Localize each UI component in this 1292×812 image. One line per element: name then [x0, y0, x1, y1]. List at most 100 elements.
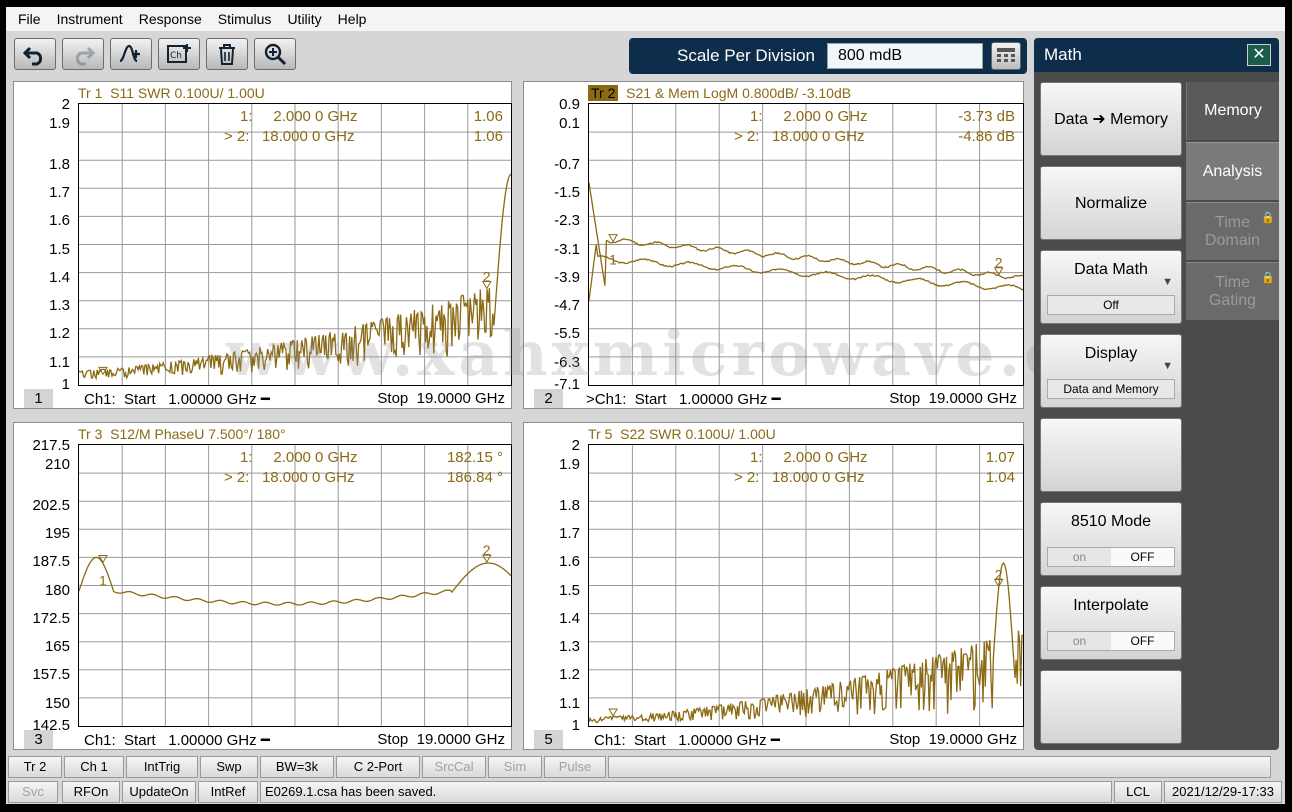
marker-2-value: 1.04 — [985, 469, 1015, 486]
marker-2-tag[interactable]: 2 — [995, 567, 1003, 583]
undo-icon — [22, 46, 43, 66]
status-trigger[interactable]: IntTrig — [126, 756, 198, 778]
status-rf-on[interactable]: RFOn — [62, 781, 120, 803]
empty-panel-button-2[interactable] — [1040, 670, 1182, 744]
marker-2-tag[interactable]: 2 — [483, 542, 491, 558]
trace-window-1[interactable]: Tr 1 S11 SWR 0.100U/ 1.00U 2 1.9 1.8 1.7 1.6… — [13, 81, 512, 409]
menu-file[interactable]: File — [10, 7, 49, 31]
tab-analysis[interactable]: Analysis — [1186, 142, 1279, 200]
toggle-off: OFF — [1111, 632, 1174, 650]
menu-response[interactable]: Response — [131, 7, 210, 31]
channel-start-frequency[interactable]: Ch1: Start 1.00000 GHz ━ — [594, 731, 780, 749]
status-sim[interactable]: Sim — [488, 756, 542, 778]
analyzer-window: File Instrument Response Stimulus Utilit… — [6, 7, 1285, 804]
marker-2-readout: > 2: 18.000 0 GHz — [224, 469, 355, 486]
status-bandwidth[interactable]: BW=3k — [260, 756, 334, 778]
menu-instrument[interactable]: Instrument — [49, 7, 131, 31]
marker-1-triangle[interactable] — [608, 234, 618, 243]
y-tick-label: 2 — [61, 96, 70, 113]
zoom-button[interactable] — [254, 38, 296, 70]
marker-1-tag[interactable]: 1 — [609, 252, 617, 268]
add-marker-button[interactable] — [110, 38, 152, 70]
marker-1-tag[interactable]: 1 — [99, 384, 107, 385]
trace-window-5[interactable]: Tr 5 S22 SWR 0.100U/ 1.00U 2 1.9 1.8 1.7 1.6… — [523, 422, 1024, 750]
y-tick-label: 1.8 — [559, 496, 580, 514]
status-src-cal[interactable]: SrcCal — [422, 756, 486, 778]
trace-window-3[interactable]: Tr 3 S12/M PhaseU 7.500°/ 180° 217.5 210 2… — [13, 422, 512, 750]
y-tick-label: 180 — [44, 581, 70, 599]
empty-panel-button-1[interactable] — [1040, 418, 1182, 492]
marker-1-tag[interactable]: 1 — [99, 572, 107, 588]
lock-icon: 🔒 — [1261, 272, 1275, 284]
status-pulse[interactable]: Pulse — [544, 756, 606, 778]
marker-2-tag[interactable]: 2 — [995, 255, 1003, 271]
data-to-memory-button[interactable]: Data ➜ Memory — [1040, 82, 1182, 156]
menu-help[interactable]: Help — [330, 7, 375, 31]
tab-time-gating[interactable]: Time Gating 🔒 — [1186, 262, 1279, 320]
marker-1-triangle[interactable] — [608, 708, 618, 717]
window-number[interactable]: 5 — [534, 730, 563, 749]
menu-bar: File Instrument Response Stimulus Utilit… — [6, 7, 1285, 31]
trace-2-label[interactable]: Tr 2 — [588, 85, 619, 101]
marker-2-tag[interactable]: 2 — [483, 268, 491, 284]
delete-button[interactable] — [206, 38, 248, 70]
trace-3-label[interactable]: Tr 3 — [78, 426, 102, 442]
trace-5-label[interactable]: Tr 5 — [588, 426, 612, 442]
interpolate-toggle[interactable]: Interpolate on OFF — [1040, 586, 1182, 660]
interpolate-switch[interactable]: on OFF — [1047, 631, 1175, 651]
plot-area[interactable]: 12 — [588, 103, 1024, 386]
status-trace[interactable]: Tr 2 — [8, 756, 62, 778]
marker-1-readout: 1: 2.000 0 GHz — [750, 449, 868, 466]
marker-1-value: -3.73 dB — [958, 108, 1015, 125]
trace-2-title: Tr 2 S21 & Mem LogM 0.800dB/ -3.10dB — [588, 85, 851, 101]
undo-button[interactable] — [14, 38, 56, 70]
channel-add-button[interactable]: Ch — [158, 38, 200, 70]
status-calibration[interactable]: C 2-Port — [336, 756, 420, 778]
tab-memory[interactable]: Memory — [1186, 82, 1279, 140]
window-number[interactable]: 2 — [534, 389, 563, 408]
plot-area[interactable]: 12 — [78, 444, 512, 727]
y-tick-label: 1.9 — [559, 456, 580, 473]
data-math-value: Off — [1047, 295, 1175, 315]
keypad-button[interactable] — [991, 42, 1021, 70]
trace-window-2[interactable]: Tr 2 S21 & Mem LogM 0.800dB/ -3.10dB 0.9… — [523, 81, 1024, 409]
y-tick-label: 1.3 — [559, 638, 580, 656]
window-number[interactable]: 3 — [24, 730, 53, 749]
marker-1-value: 1.06 — [473, 108, 503, 125]
status-sweep[interactable]: Swp — [200, 756, 258, 778]
close-panel-button[interactable]: ✕ — [1247, 44, 1271, 66]
panel-header: Math ✕ — [1034, 38, 1279, 72]
channel-stop-frequency[interactable]: Stop 19.0000 GHz — [889, 390, 1017, 407]
channel-start-frequency[interactable]: >Ch1: Start 1.00000 GHz ━ — [586, 390, 781, 408]
trace-1-label[interactable]: Tr 1 — [78, 85, 102, 101]
menu-stimulus[interactable]: Stimulus — [210, 7, 280, 31]
channel-stop-frequency[interactable]: Stop 19.0000 GHz — [377, 390, 505, 407]
y-tick-label: 1.6 — [49, 212, 70, 230]
y-tick-label: 210 — [44, 456, 70, 473]
data-math-dropdown[interactable]: Data Math ▼ Off — [1040, 250, 1182, 324]
channel-start-frequency[interactable]: Ch1: Start 1.00000 GHz ━ — [84, 731, 270, 749]
y-tick-label: 1.4 — [49, 268, 70, 286]
channel-stop-frequency[interactable]: Stop 19.0000 GHz — [377, 731, 505, 748]
status-int-ref[interactable]: IntRef — [198, 781, 258, 803]
plot-area[interactable]: 12 — [78, 103, 512, 386]
scale-value-input[interactable]: 800 mdB — [827, 43, 983, 69]
channel-start-frequency[interactable]: Ch1: Start 1.00000 GHz ━ — [84, 390, 270, 408]
normalize-button[interactable]: Normalize — [1040, 166, 1182, 240]
status-channel[interactable]: Ch 1 — [64, 756, 124, 778]
status-svc[interactable]: Svc — [8, 781, 58, 803]
window-number[interactable]: 1 — [24, 389, 53, 408]
mode-8510-toggle[interactable]: 8510 Mode on OFF — [1040, 502, 1182, 576]
status-datetime: 2021/12/29-17:33 — [1164, 781, 1282, 803]
plot-area[interactable]: 12 — [588, 444, 1024, 727]
display-dropdown[interactable]: Display ▼ Data and Memory — [1040, 334, 1182, 408]
channel-stop-frequency[interactable]: Stop 19.0000 GHz — [889, 731, 1017, 748]
status-update-on[interactable]: UpdateOn — [122, 781, 196, 803]
y-tick-label: 0.1 — [559, 115, 580, 132]
mode-8510-switch[interactable]: on OFF — [1047, 547, 1175, 567]
redo-button[interactable] — [62, 38, 104, 70]
menu-utility[interactable]: Utility — [279, 7, 329, 31]
y-tick-label: 195 — [44, 524, 70, 542]
keypad-icon — [997, 48, 1015, 62]
tab-time-domain[interactable]: Time Domain 🔒 — [1186, 202, 1279, 260]
